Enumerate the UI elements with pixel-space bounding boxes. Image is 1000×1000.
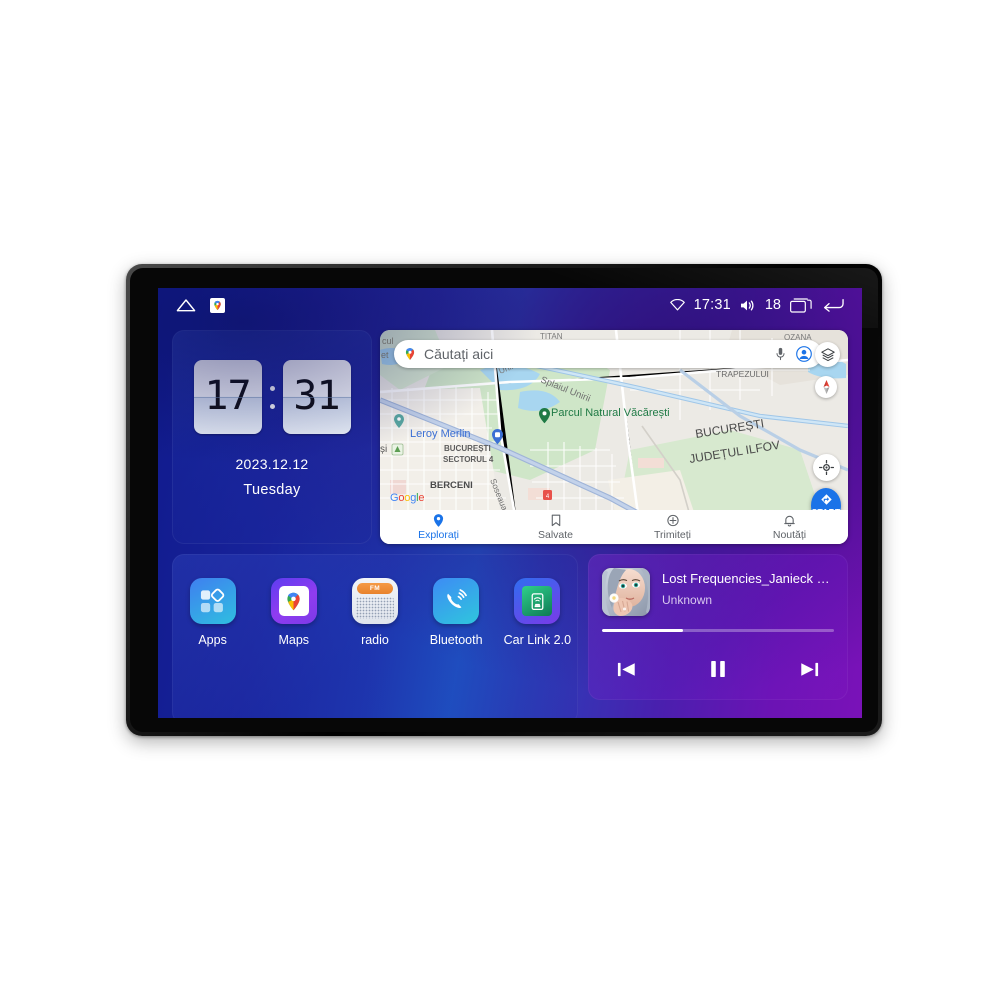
- clock-minutes: 31: [293, 373, 340, 419]
- map-tab-label: Trimiteți: [654, 528, 691, 541]
- app-dock: Apps Maps FM radio Bluetooth Car Link 2.…: [172, 554, 578, 718]
- navigation-arrow-icon: [820, 494, 832, 505]
- head-unit-screen: 17:31 18 17 31 2023.12.12 Tuesday 4 TITA…: [158, 288, 862, 718]
- car-link-icon: [514, 578, 561, 624]
- status-bar-clock: 17:31: [693, 297, 731, 313]
- microphone-icon[interactable]: [775, 347, 786, 361]
- clock-hours: 17: [204, 373, 251, 419]
- app-label: Bluetooth: [429, 633, 483, 647]
- app-shortcut-maps[interactable]: Maps: [257, 578, 331, 647]
- bluetooth-phone-icon: [433, 578, 480, 624]
- clock-weekday: Tuesday: [243, 482, 301, 498]
- app-label: Maps: [278, 633, 310, 647]
- my-location-icon[interactable]: [813, 454, 840, 481]
- recents-icon[interactable]: [790, 297, 812, 313]
- map-label: Leroy Merlin: [410, 428, 471, 440]
- flip-clock: 17 31: [172, 358, 372, 436]
- location-pin-icon: [433, 513, 444, 527]
- clock-minutes-card: 31: [282, 360, 351, 434]
- google-maps-icon: [270, 578, 317, 624]
- bookmark-icon: [551, 514, 561, 527]
- app-label: Apps: [198, 633, 227, 647]
- map-label: SECTORUL 4: [443, 455, 494, 464]
- previous-track-icon[interactable]: [616, 659, 637, 680]
- map-label: JUDEȚUL ILFOV: [688, 438, 781, 466]
- music-player-widget[interactable]: Lost Frequencies_Janieck Devy-... Unknow…: [588, 554, 848, 700]
- album-art: [602, 568, 650, 616]
- map-tab-trimiteti[interactable]: Trimiteți: [614, 514, 731, 541]
- app-shortcut-car-link[interactable]: Car Link 2.0: [500, 578, 574, 647]
- layers-icon[interactable]: [815, 342, 840, 367]
- app-shortcut-apps[interactable]: Apps: [176, 578, 250, 647]
- send-plus-icon: [666, 514, 679, 527]
- screenshot-stage: 17:31 18 17 31 2023.12.12 Tuesday 4 TITA…: [0, 0, 1000, 1000]
- music-meta: Lost Frequencies_Janieck Devy-... Unknow…: [662, 568, 834, 616]
- volume-level: 18: [764, 297, 781, 313]
- fm-band-strip: FM: [356, 583, 393, 594]
- map-label: et: [381, 350, 389, 360]
- google-attribution: Google: [390, 492, 425, 504]
- device-bezel: 17:31 18 17 31 2023.12.12 Tuesday 4 TITA…: [130, 268, 878, 732]
- fm-radio-icon: FM: [351, 578, 398, 624]
- map-label: BUCUREȘTI: [694, 416, 765, 441]
- back-icon[interactable]: [821, 297, 844, 313]
- radio-speaker-grille: [355, 597, 394, 619]
- map-tab-label: Noutăți: [772, 528, 807, 541]
- app-label: Car Link 2.0: [503, 633, 572, 647]
- status-bar-right: 17:31 18: [669, 297, 862, 313]
- map-tab-noutati[interactable]: Noutăți: [731, 514, 848, 541]
- map-search-placeholder[interactable]: Căutați aici: [424, 346, 775, 362]
- map-tab-label: Salvate: [537, 528, 574, 541]
- music-progress-fill: [602, 629, 684, 632]
- apps-grid-icon: [189, 578, 236, 624]
- home-icon[interactable]: [176, 298, 196, 312]
- pause-icon[interactable]: [708, 658, 728, 680]
- next-track-icon[interactable]: [799, 659, 820, 680]
- clock-hours-card: 17: [193, 360, 262, 434]
- car-head-unit-device: 17:31 18 17 31 2023.12.12 Tuesday 4 TITA…: [126, 264, 882, 736]
- map-tab-label: Explorați: [418, 528, 459, 541]
- map-label: TRAPEZULUI: [716, 369, 769, 379]
- google-maps-icon[interactable]: [210, 297, 225, 313]
- bell-icon: [784, 514, 795, 527]
- music-artist: Unknown: [662, 593, 713, 607]
- account-avatar-icon[interactable]: [796, 346, 812, 362]
- status-bar: 17:31 18: [158, 288, 862, 322]
- map-label: BUCUREȘTI: [444, 444, 491, 453]
- status-bar-left: [158, 297, 225, 313]
- clock-widget[interactable]: 17 31 2023.12.12 Tuesday: [172, 330, 372, 544]
- app-shortcut-radio[interactable]: FM radio: [338, 578, 412, 647]
- wifi-icon: [669, 298, 685, 311]
- map-bottom-nav: Explorați Salvate Trimiteți Noutăți: [380, 510, 848, 544]
- music-track-info: Lost Frequencies_Janieck Devy-... Unknow…: [602, 568, 834, 616]
- map-tab-salvate[interactable]: Salvate: [497, 514, 614, 541]
- map-label: Parcul Natural Văcărești: [551, 407, 670, 419]
- map-label: Splaiul Unirii: [539, 375, 592, 405]
- compass-icon[interactable]: [815, 376, 837, 398]
- map-label: și: [380, 444, 387, 455]
- music-title: Lost Frequencies_Janieck Devy-...: [662, 571, 834, 586]
- clock-date: 2023.12.12: [235, 456, 309, 472]
- app-label: radio: [361, 633, 389, 647]
- clock-colon: [269, 377, 275, 417]
- map-tab-explorati[interactable]: Explorați: [380, 513, 497, 541]
- volume-icon[interactable]: [740, 299, 756, 312]
- map-search-bar[interactable]: Căutați aici: [394, 340, 822, 368]
- map-label: cul: [382, 336, 394, 346]
- music-controls: [602, 649, 834, 689]
- google-maps-pin-icon: [403, 347, 417, 361]
- fm-label: FM: [369, 585, 381, 592]
- app-shortcut-bluetooth[interactable]: Bluetooth: [419, 578, 493, 647]
- map-label: BERCENI: [430, 480, 473, 491]
- music-progress-bar[interactable]: [602, 629, 834, 632]
- google-maps-widget[interactable]: 4 TITAN OZANA cul et Splaiul Unirii TRAP…: [380, 330, 848, 544]
